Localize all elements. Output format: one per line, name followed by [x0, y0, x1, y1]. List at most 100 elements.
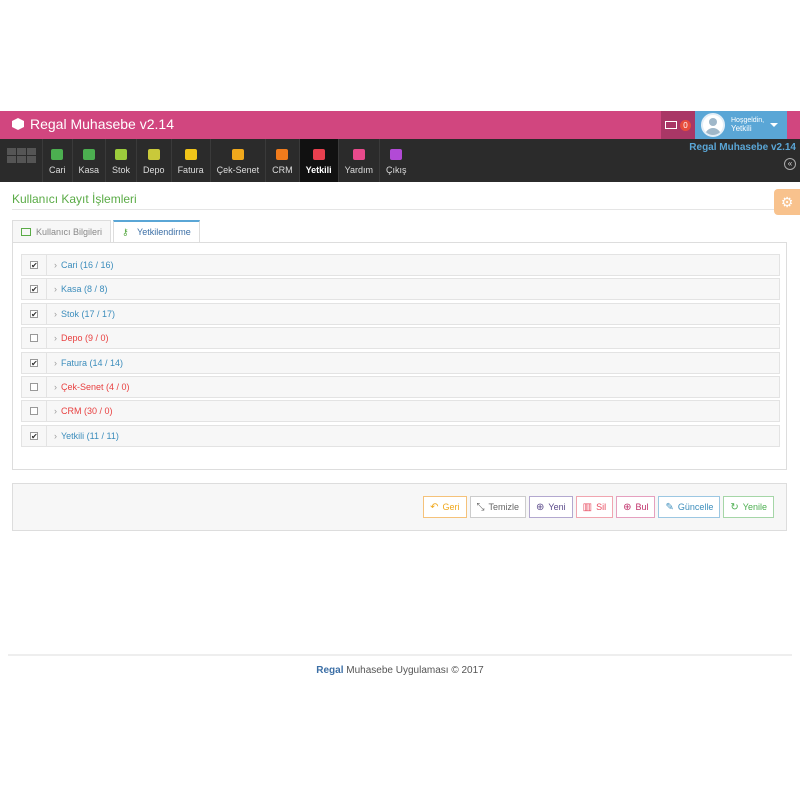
key-icon: ⚷ — [122, 227, 129, 237]
button-label: Bul — [635, 502, 649, 512]
messages-button[interactable]: 0 — [661, 111, 695, 139]
nav-item-label: Fatura — [177, 165, 204, 175]
nav-item-yetkili[interactable]: Yetkili — [298, 139, 338, 182]
avatar — [701, 113, 725, 137]
temizle-button[interactable]: ⤡ Temizle — [469, 496, 527, 518]
permission-row[interactable]: ✔ › Stok (17 / 17) — [21, 302, 780, 325]
collapse-icon[interactable]: « — [784, 158, 796, 170]
nav-right: Regal Muhasebe v2.14 « — [689, 142, 796, 171]
yeni-button[interactable]: ⊕ Yeni — [529, 496, 573, 518]
permission-row[interactable]: ✔ › Fatura (14 / 14) — [21, 351, 780, 374]
permission-checkbox[interactable]: ✔ — [30, 261, 38, 270]
nav-item-label: Çıkış — [385, 165, 407, 175]
permission-row[interactable]: ✔ › Cari (16 / 16) — [21, 254, 780, 276]
tab-label: Kullanıcı Bilgileri — [36, 226, 103, 237]
chevron-right-icon[interactable]: › — [54, 431, 57, 441]
user-menu[interactable]: Hoşgeldin, Yetkili — [695, 111, 787, 139]
app-title: Regal Muhasebe v2.14 — [30, 116, 174, 132]
permission-checkbox-cell — [22, 377, 47, 397]
user-greeting-block: Hoşgeldin, Yetkili — [731, 117, 764, 134]
button-label: Yenile — [742, 502, 767, 512]
button-label: Temizle — [488, 502, 520, 512]
nav-item-label: Yetkili — [305, 165, 332, 175]
permission-checkbox-cell — [22, 401, 47, 422]
nav-item-cari[interactable]: Cari — [42, 139, 72, 182]
grid-logo-icon — [7, 148, 36, 163]
permission-label[interactable]: Cari (16 / 16) — [61, 260, 114, 270]
tab-kullanici-bilgileri[interactable]: Kullanıcı Bilgileri — [12, 220, 112, 242]
g-ncelle-button[interactable]: ✎ Güncelle — [658, 496, 721, 518]
permission-label[interactable]: Fatura (14 / 14) — [61, 358, 123, 368]
user-plus-icon — [51, 149, 64, 160]
briefcase-icon — [82, 149, 95, 160]
chevron-right-icon[interactable]: › — [54, 260, 57, 270]
permission-checkbox[interactable]: ✔ — [30, 431, 38, 440]
nav-item-kasa[interactable]: Kasa — [71, 139, 106, 182]
permission-checkbox[interactable] — [30, 334, 38, 343]
users-icon — [276, 149, 289, 160]
search-plus-icon: ⊕ — [623, 501, 632, 513]
trash-icon: ▥ — [582, 501, 593, 513]
permission-row[interactable]: › Çek-Senet (4 / 0) — [21, 376, 780, 398]
button-label: Geri — [442, 502, 460, 512]
cogs-icon — [312, 149, 325, 160]
geri-button[interactable]: ↶ Geri — [423, 496, 467, 518]
chevron-right-icon[interactable]: › — [54, 333, 57, 343]
nav-right-title: Regal Muhasebe v2.14 — [689, 142, 796, 153]
nav-item-crm[interactable]: CRM — [265, 139, 299, 182]
permission-label[interactable]: Çek-Senet (4 / 0) — [61, 382, 130, 392]
nav-item-depo[interactable]: Depo — [136, 139, 171, 182]
settings-gear-icon[interactable]: ⚙ — [774, 189, 800, 215]
chevron-right-icon[interactable]: › — [54, 309, 57, 319]
warehouse-icon — [147, 149, 160, 160]
nav-item--k-[interactable]: Çıkış — [378, 139, 413, 182]
compress-icon: ⤡ — [476, 501, 485, 513]
button-label: Güncelle — [677, 502, 714, 512]
permission-checkbox[interactable]: ✔ — [30, 285, 38, 294]
nav-item-label: Çek-Senet — [216, 165, 260, 175]
tabs: Kullanıcı Bilgileri ⚷ Yetkilendirme — [12, 220, 202, 242]
messages-badge: 0 — [680, 119, 691, 131]
nav-item--ek-senet[interactable]: Çek-Senet — [209, 139, 266, 182]
permission-checkbox-cell: ✔ — [22, 255, 47, 275]
permission-label[interactable]: Stok (17 / 17) — [61, 309, 115, 319]
footer-divider — [8, 654, 792, 656]
action-buttons: ↶ Geri ⤡ Temizle ⊕ Yeni ▥ Sil ⊕ Bul ✎ Güncelle ↻ Yeni… — [423, 496, 774, 518]
tab-yetkilendirme[interactable]: ⚷ Yetkilendirme — [113, 220, 200, 242]
chevron-right-icon[interactable]: › — [54, 358, 57, 368]
plus-circle-icon: ⊕ — [536, 501, 545, 513]
nav-item-yard-m[interactable]: Yardım — [337, 139, 379, 182]
permission-checkbox[interactable] — [30, 383, 38, 391]
refresh-icon: ↻ — [730, 501, 739, 513]
nav-item-stok[interactable]: Stok — [105, 139, 136, 182]
permission-label[interactable]: Yetkili (11 / 11) — [61, 431, 119, 441]
chevron-right-icon[interactable]: › — [54, 406, 57, 416]
permission-checkbox[interactable]: ✔ — [30, 309, 38, 318]
tab-label: Yetkilendirme — [137, 227, 191, 237]
nav-item-fatura[interactable]: Fatura — [170, 139, 210, 182]
action-panel: ↶ Geri ⤡ Temizle ⊕ Yeni ▥ Sil ⊕ Bul ✎ Güncelle ↻ Yeni… — [12, 483, 787, 531]
main-nav: Cari Kasa Stok Depo Fatura Çek-Senet CRM Yetkil… — [0, 139, 800, 182]
sil-button[interactable]: ▥ Sil — [575, 496, 614, 518]
permission-checkbox-cell — [22, 328, 47, 349]
username-text: Yetkili — [731, 123, 752, 133]
app-brand[interactable]: Regal Muhasebe v2.14 — [12, 116, 174, 132]
yenile-button[interactable]: ↻ Yenile — [723, 496, 774, 518]
list-icon — [21, 227, 31, 236]
permission-row[interactable]: › Depo (9 / 0) — [21, 327, 780, 350]
bul-button[interactable]: ⊕ Bul — [616, 496, 656, 518]
permission-label[interactable]: Kasa (8 / 8) — [61, 284, 108, 294]
permission-checkbox-cell: ✔ — [22, 279, 47, 300]
money-icon — [231, 149, 244, 160]
footer: Regal Muhasebe Uygulaması © 2017 — [0, 665, 800, 676]
chevron-right-icon[interactable]: › — [54, 382, 57, 392]
permission-label[interactable]: Depo (9 / 0) — [61, 333, 109, 343]
permission-row[interactable]: ✔ › Yetkili (11 / 11) — [21, 424, 780, 447]
chevron-right-icon[interactable]: › — [54, 284, 57, 294]
permission-checkbox[interactable]: ✔ — [30, 358, 38, 367]
permission-row[interactable]: ✔ › Kasa (8 / 8) — [21, 278, 780, 301]
permission-label[interactable]: CRM (30 / 0) — [61, 406, 113, 416]
permission-checkbox[interactable] — [30, 407, 38, 416]
permission-row[interactable]: › CRM (30 / 0) — [21, 400, 780, 423]
footer-brand: Regal — [316, 665, 344, 676]
